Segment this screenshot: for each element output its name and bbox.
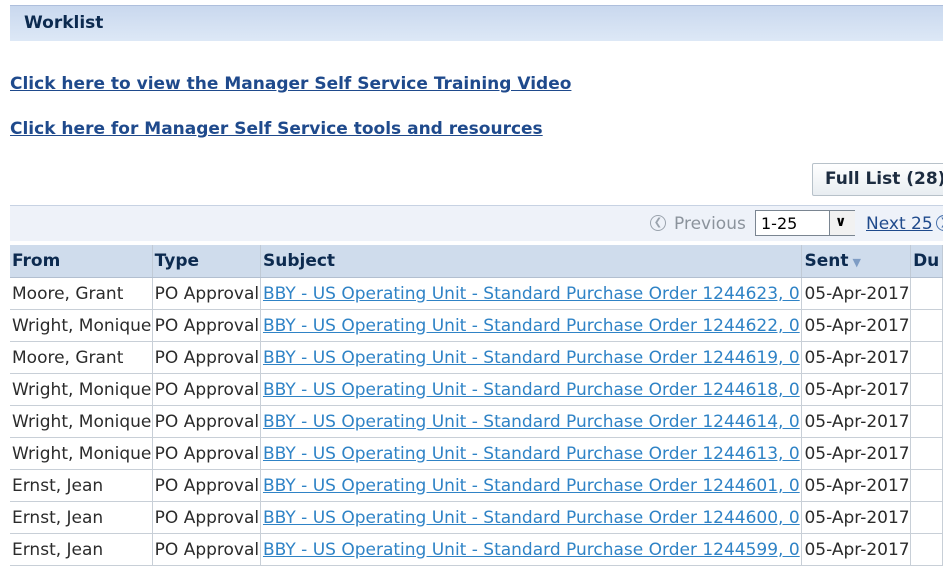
table-header-row: From Type Subject Sent ▼ Du [10, 245, 943, 278]
cell-type: PO Approval [152, 341, 261, 374]
cell-type: PO Approval [152, 405, 261, 438]
column-header-due[interactable]: Du [910, 245, 943, 278]
subject-link[interactable]: BBY - US Operating Unit - Standard Purch… [263, 508, 800, 528]
pagination-bar: ❮ Previous 1-25 ∨ Next 25 ❯ [10, 205, 943, 241]
cell-sent: 05-Apr-2017 [801, 277, 912, 310]
next-page-link[interactable]: Next 25 [866, 214, 933, 234]
cell-subject: BBY - US Operating Unit - Standard Purch… [260, 437, 803, 470]
cell-subject: BBY - US Operating Unit - Standard Purch… [260, 309, 803, 342]
subject-link[interactable]: BBY - US Operating Unit - Standard Purch… [263, 444, 800, 464]
sort-descending-icon[interactable]: ▼ [853, 256, 861, 269]
subject-link[interactable]: BBY - US Operating Unit - Standard Purch… [263, 476, 800, 496]
cell-from: Ernst, Jean [10, 469, 153, 502]
cell-sent: 05-Apr-2017 [801, 309, 912, 342]
cell-type: PO Approval [152, 373, 261, 406]
tools-resources-link[interactable]: Click here for Manager Self Service tool… [10, 119, 543, 139]
cell-due [910, 309, 943, 342]
cell-type: PO Approval [152, 501, 261, 534]
cell-subject: BBY - US Operating Unit - Standard Purch… [260, 277, 803, 310]
next-icon[interactable]: ❯ [936, 215, 943, 231]
cell-subject: BBY - US Operating Unit - Standard Purch… [260, 533, 803, 566]
cell-subject: BBY - US Operating Unit - Standard Purch… [260, 341, 803, 374]
cell-sent: 05-Apr-2017 [801, 341, 912, 374]
cell-from: Moore, Grant [10, 277, 153, 310]
subject-link[interactable]: BBY - US Operating Unit - Standard Purch… [263, 348, 800, 368]
table-row: Wright, Monique PO Approval BBY - US Ope… [10, 437, 943, 470]
cell-type: PO Approval [152, 309, 261, 342]
cell-due [910, 469, 943, 502]
cell-subject: BBY - US Operating Unit - Standard Purch… [260, 469, 803, 502]
cell-sent: 05-Apr-2017 [801, 405, 912, 438]
cell-sent: 05-Apr-2017 [801, 469, 912, 502]
table-row: Moore, Grant PO Approval BBY - US Operat… [10, 341, 943, 374]
range-select[interactable]: 1-25 ∨ [755, 210, 855, 236]
table-row: Wright, Monique PO Approval BBY - US Ope… [10, 309, 943, 342]
subject-link[interactable]: BBY - US Operating Unit - Standard Purch… [263, 412, 800, 432]
column-header-from[interactable]: From [10, 245, 153, 278]
page-root: Worklist Click here to view the Manager … [0, 0, 943, 581]
cell-from: Wright, Monique [10, 405, 153, 438]
cell-from: Wright, Monique [10, 309, 153, 342]
table-row: Wright, Monique PO Approval BBY - US Ope… [10, 405, 943, 438]
table-row: Wright, Monique PO Approval BBY - US Ope… [10, 373, 943, 406]
cell-from: Ernst, Jean [10, 501, 153, 534]
cell-sent: 05-Apr-2017 [801, 373, 912, 406]
column-header-sent[interactable]: Sent ▼ [801, 245, 912, 278]
column-header-subject[interactable]: Subject [260, 245, 803, 278]
subject-link[interactable]: BBY - US Operating Unit - Standard Purch… [263, 316, 800, 336]
subject-link[interactable]: BBY - US Operating Unit - Standard Purch… [263, 284, 800, 304]
cell-type: PO Approval [152, 533, 261, 566]
training-video-link[interactable]: Click here to view the Manager Self Serv… [10, 74, 571, 94]
cell-due [910, 373, 943, 406]
cell-due [910, 341, 943, 374]
table-row: Ernst, Jean PO Approval BBY - US Operati… [10, 501, 943, 534]
cell-type: PO Approval [152, 469, 261, 502]
cell-due [910, 501, 943, 534]
range-select-value: 1-25 [761, 214, 798, 233]
worklist-header: Worklist [10, 5, 943, 41]
cell-sent: 05-Apr-2017 [801, 533, 912, 566]
chevron-down-icon: ∨ [835, 214, 847, 230]
cell-subject: BBY - US Operating Unit - Standard Purch… [260, 501, 803, 534]
column-header-type[interactable]: Type [152, 245, 261, 278]
cell-due [910, 405, 943, 438]
worklist-table: From Type Subject Sent ▼ Du Moore, Grant … [10, 245, 943, 566]
table-row: Ernst, Jean PO Approval BBY - US Operati… [10, 533, 943, 566]
cell-due [910, 277, 943, 310]
cell-from: Wright, Monique [10, 437, 153, 470]
cell-sent: 05-Apr-2017 [801, 501, 912, 534]
range-select-arrow[interactable]: ∨ [829, 211, 855, 235]
worklist-title: Worklist [24, 13, 104, 33]
previous-icon: ❮ [650, 215, 666, 231]
cell-sent: 05-Apr-2017 [801, 437, 912, 470]
cell-type: PO Approval [152, 277, 261, 310]
cell-subject: BBY - US Operating Unit - Standard Purch… [260, 405, 803, 438]
cell-from: Moore, Grant [10, 341, 153, 374]
subject-link[interactable]: BBY - US Operating Unit - Standard Purch… [263, 380, 800, 400]
cell-due [910, 437, 943, 470]
column-header-sent-label: Sent [804, 251, 849, 271]
cell-due [910, 533, 943, 566]
table-row: Moore, Grant PO Approval BBY - US Operat… [10, 277, 943, 310]
cell-from: Wright, Monique [10, 373, 153, 406]
cell-subject: BBY - US Operating Unit - Standard Purch… [260, 373, 803, 406]
cell-from: Ernst, Jean [10, 533, 153, 566]
cell-type: PO Approval [152, 437, 261, 470]
full-list-button[interactable]: Full List (28) [812, 163, 943, 196]
subject-link[interactable]: BBY - US Operating Unit - Standard Purch… [263, 540, 800, 560]
table-row: Ernst, Jean PO Approval BBY - US Operati… [10, 469, 943, 502]
previous-label: Previous [674, 214, 746, 234]
